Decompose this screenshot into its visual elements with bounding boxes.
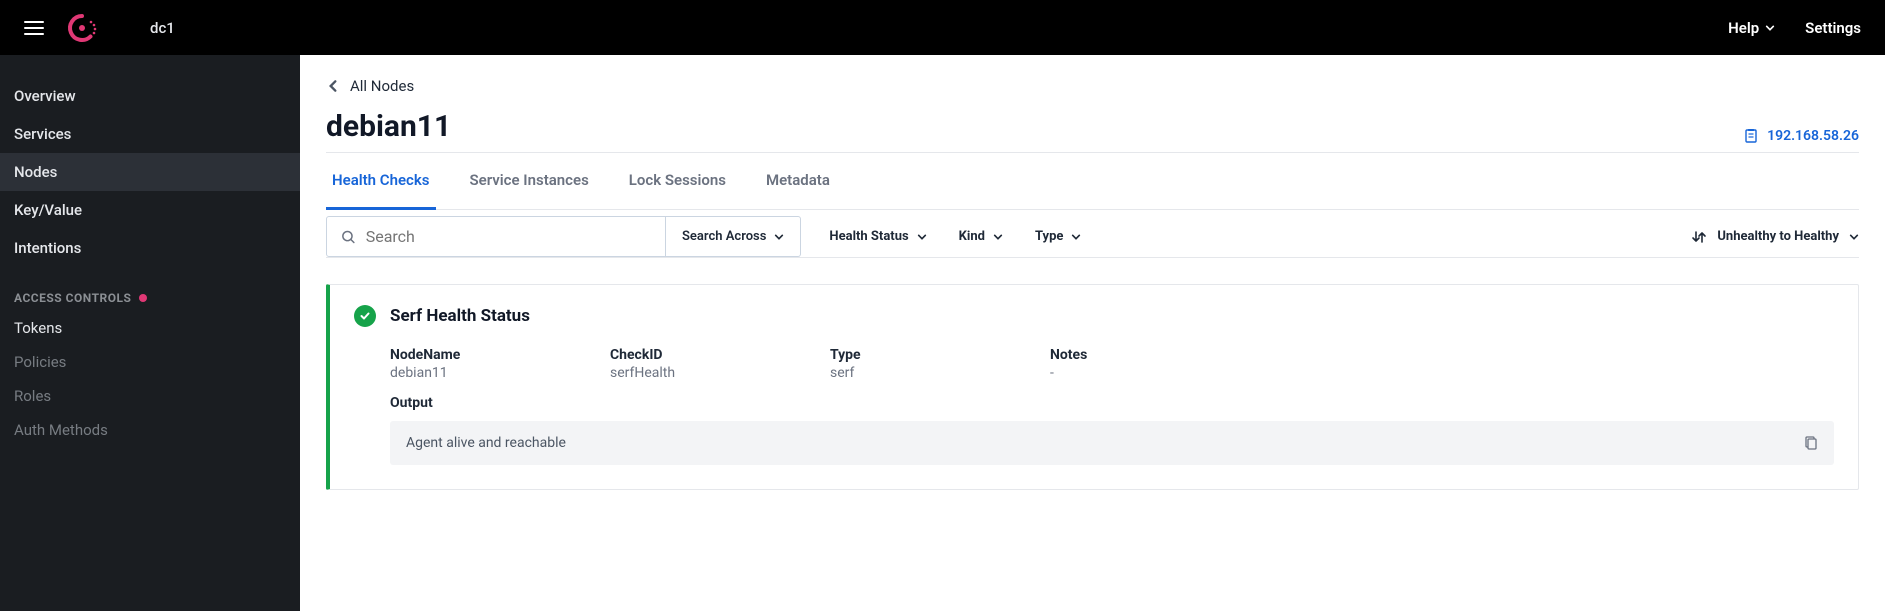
- checkid-label: CheckID: [610, 347, 710, 363]
- status-dot-icon: [139, 294, 147, 302]
- datacenter-label[interactable]: dc1: [150, 19, 175, 37]
- chevron-down-icon: [1849, 232, 1859, 242]
- breadcrumb-label: All Nodes: [350, 77, 414, 95]
- type-value: serf: [830, 365, 930, 381]
- nodename-value: debian11: [390, 365, 490, 381]
- check-title: Serf Health Status: [390, 306, 530, 326]
- sort-label: Unhealthy to Healthy: [1717, 229, 1839, 244]
- sidebar-item-services[interactable]: Services: [0, 115, 300, 153]
- copy-icon[interactable]: [1802, 435, 1818, 451]
- chevron-down-icon: [774, 232, 784, 242]
- filter-bar: Search Across Health Status Kind Type Un…: [326, 216, 1859, 258]
- sidebar-item-intentions[interactable]: Intentions: [0, 229, 300, 267]
- output-label: Output: [390, 395, 1834, 411]
- search-input[interactable]: [366, 227, 651, 246]
- tab-metadata[interactable]: Metadata: [760, 153, 836, 209]
- health-status-filter[interactable]: Health Status: [825, 217, 930, 256]
- settings-link[interactable]: Settings: [1805, 19, 1861, 37]
- field-type: Type serf: [830, 347, 930, 381]
- settings-label: Settings: [1805, 19, 1861, 37]
- type-label: Type: [1035, 229, 1063, 244]
- sidebar-item-keyvalue[interactable]: Key/Value: [0, 191, 300, 229]
- notes-label: Notes: [1050, 347, 1150, 363]
- notes-value: -: [1050, 365, 1150, 381]
- help-link[interactable]: Help: [1728, 19, 1775, 37]
- clipboard-icon: [1743, 128, 1759, 144]
- sidebar-item-nodes[interactable]: Nodes: [0, 153, 300, 191]
- search-input-wrap[interactable]: [326, 216, 666, 257]
- health-status-label: Health Status: [829, 229, 908, 244]
- search-across-dropdown[interactable]: Search Across: [666, 216, 801, 257]
- sidebar-section-access-controls: ACCESS CONTROLS: [0, 267, 300, 311]
- checkid-value: serfHealth: [610, 365, 710, 381]
- sidebar-item-tokens[interactable]: Tokens: [0, 311, 300, 345]
- access-controls-label: ACCESS CONTROLS: [14, 291, 131, 305]
- page-title: debian11: [326, 109, 451, 144]
- tabs: Health Checks Service Instances Lock Ses…: [326, 153, 1859, 210]
- field-nodename: NodeName debian11: [390, 347, 490, 381]
- sidebar: Overview Services Nodes Key/Value Intent…: [0, 55, 300, 611]
- kind-filter[interactable]: Kind: [955, 217, 1007, 256]
- type-label: Type: [830, 347, 930, 363]
- menu-button[interactable]: [24, 21, 44, 35]
- help-label: Help: [1728, 19, 1759, 37]
- breadcrumb-back[interactable]: All Nodes: [326, 77, 1859, 95]
- tab-lock-sessions[interactable]: Lock Sessions: [623, 153, 732, 209]
- logo-icon[interactable]: [66, 12, 98, 44]
- health-check-card: Serf Health Status NodeName debian11 Che…: [326, 284, 1859, 490]
- search-icon: [341, 229, 356, 245]
- ip-address-text: 192.168.58.26: [1767, 128, 1859, 144]
- kind-label: Kind: [959, 229, 985, 244]
- sidebar-item-overview[interactable]: Overview: [0, 77, 300, 115]
- chevron-down-icon: [1765, 23, 1775, 33]
- nodename-label: NodeName: [390, 347, 490, 363]
- sidebar-item-roles[interactable]: Roles: [0, 379, 300, 413]
- type-filter[interactable]: Type: [1031, 217, 1085, 256]
- ip-address-link[interactable]: 192.168.58.26: [1743, 128, 1859, 144]
- sort-dropdown[interactable]: Unhealthy to Healthy: [1691, 229, 1859, 245]
- chevron-down-icon: [1071, 232, 1081, 242]
- search-across-label: Search Across: [682, 229, 766, 244]
- output-box: Agent alive and reachable: [390, 421, 1834, 465]
- chevron-down-icon: [993, 232, 1003, 242]
- output-text: Agent alive and reachable: [406, 435, 566, 451]
- top-bar: dc1 Help Settings: [0, 0, 1885, 55]
- main-content: All Nodes debian11 192.168.58.26 Health …: [300, 55, 1885, 611]
- chevron-left-icon: [326, 79, 340, 93]
- tab-service-instances[interactable]: Service Instances: [464, 153, 595, 209]
- sidebar-item-policies[interactable]: Policies: [0, 345, 300, 379]
- sort-icon: [1691, 229, 1707, 245]
- chevron-down-icon: [917, 232, 927, 242]
- check-pass-icon: [354, 305, 376, 327]
- sidebar-item-auth-methods[interactable]: Auth Methods: [0, 413, 300, 447]
- field-checkid: CheckID serfHealth: [610, 347, 710, 381]
- tab-health-checks[interactable]: Health Checks: [326, 153, 436, 210]
- field-notes: Notes -: [1050, 347, 1150, 381]
